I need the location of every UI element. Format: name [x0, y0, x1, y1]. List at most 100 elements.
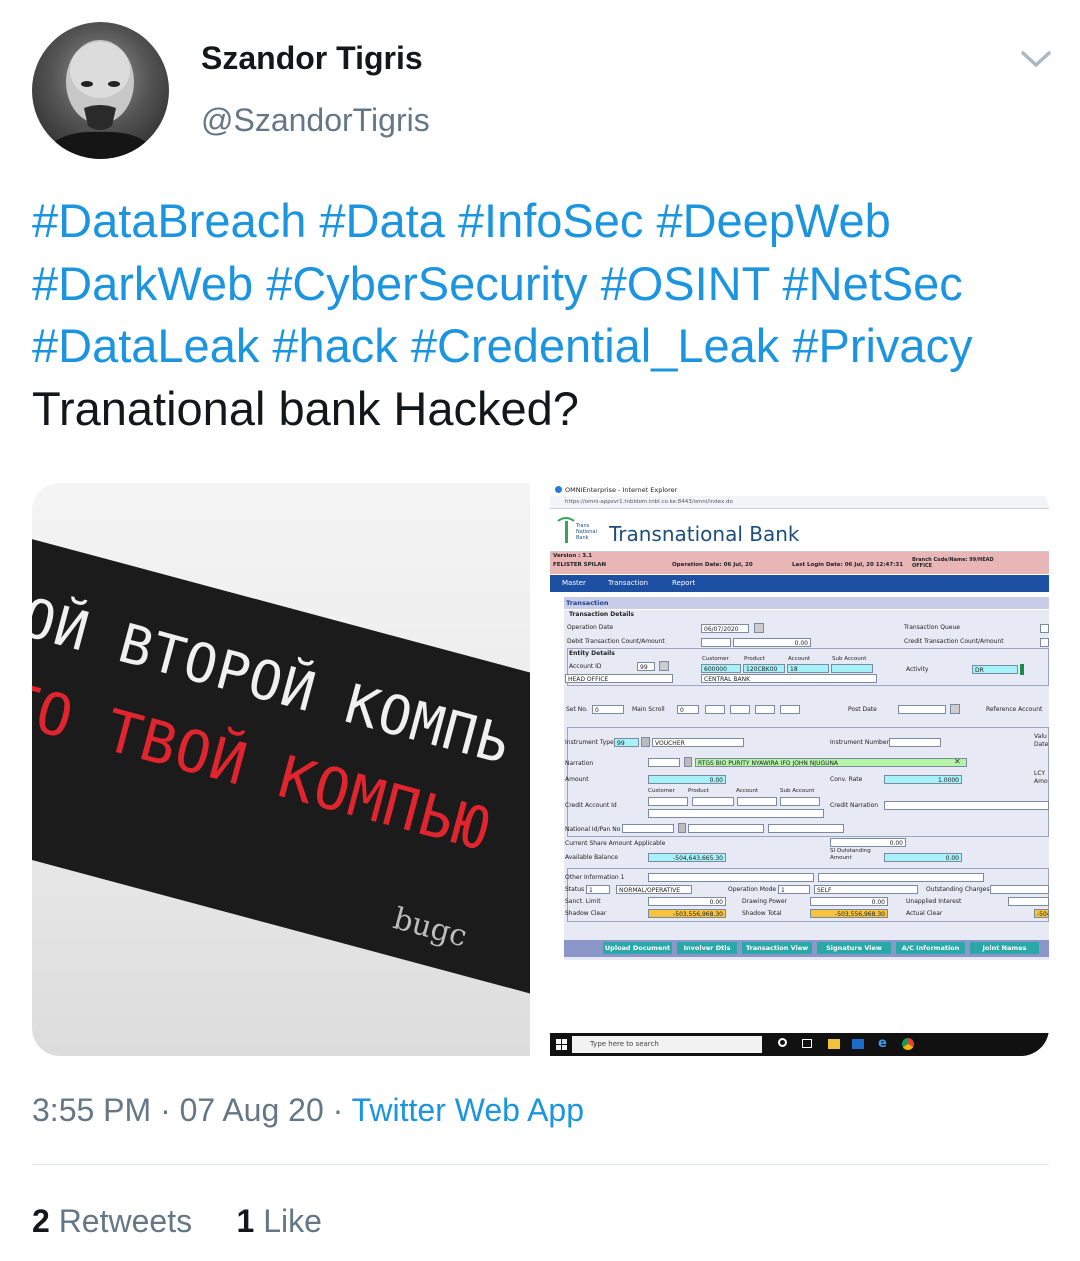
post-date-calendar[interactable] — [950, 704, 960, 714]
photo-bank-screenshot[interactable]: OMNIEnterprise - Internet Explorer https… — [550, 483, 1049, 1056]
branch-name-field[interactable]: HEAD OFFICE — [565, 674, 673, 683]
label-customer: Customer — [702, 656, 729, 662]
scroll-field-2[interactable] — [705, 705, 725, 714]
windows-start-icon[interactable] — [556, 1039, 567, 1050]
taskbar-search[interactable]: Type here to search — [572, 1036, 762, 1053]
hashtags-line-1[interactable]: #DataBreach #Data #InfoSec #DeepWeb — [32, 190, 1042, 253]
joint-names-button[interactable]: Joint Names — [970, 942, 1039, 954]
credit-sub-account-field[interactable] — [780, 797, 820, 806]
hashtags-line-2[interactable]: #DarkWeb #CyberSecurity #OSINT #NetSec — [32, 253, 1042, 316]
chevron-down-icon[interactable] — [1019, 44, 1053, 74]
likes-label: Like — [263, 1203, 322, 1239]
user-name[interactable]: Szandor Tigris — [201, 40, 423, 77]
instrument-type-field[interactable]: 99 — [614, 738, 639, 747]
file-explorer-icon[interactable] — [828, 1039, 840, 1049]
status-field[interactable]: NORMAL/OPERATIVE — [616, 885, 692, 894]
instrument-name-field[interactable]: VOUCHER — [652, 738, 744, 747]
task-view-icon[interactable] — [802, 1039, 812, 1048]
post-date-field[interactable] — [898, 705, 946, 714]
account-lookup-button[interactable] — [659, 661, 669, 671]
credit-account-field[interactable] — [737, 797, 777, 806]
operation-date-info: Operation Date: 06 Jul, 20 — [672, 562, 753, 568]
account-id-code[interactable]: 99 — [637, 662, 655, 671]
drawing-power-field[interactable]: 0.00 — [810, 897, 888, 906]
likes-stat[interactable]: 1 Like — [237, 1203, 322, 1239]
menu-report[interactable]: Report — [672, 579, 695, 587]
product-field[interactable]: 120CBK00 — [743, 664, 785, 673]
credit-narration-field[interactable] — [884, 801, 1049, 810]
operation-mode-field[interactable]: SELF — [814, 885, 918, 894]
scroll-field-4[interactable] — [755, 705, 775, 714]
chrome-icon[interactable] — [902, 1038, 914, 1050]
operation-mode-code-field[interactable]: 1 — [778, 885, 810, 894]
user-handle[interactable]: @SzandorTigris — [201, 102, 430, 139]
national-id-field-2[interactable] — [688, 824, 764, 833]
debit-count-field[interactable] — [701, 638, 731, 647]
photo-book[interactable]: МОЙ ВТОРОЙ КОМПЬ ЭТО ТВОЙ КОМПЬЮ behunt … — [32, 483, 530, 1056]
calendar-button[interactable] — [754, 623, 764, 633]
tweet-date[interactable]: 07 Aug 20 — [180, 1092, 324, 1128]
details-title: Transaction Details — [569, 611, 634, 618]
national-id-field-3[interactable] — [768, 824, 844, 833]
conv-rate-field[interactable]: 1.0000 — [884, 775, 962, 784]
tweet-time[interactable]: 3:55 PM — [32, 1092, 151, 1128]
retweets-stat[interactable]: 2 Retweets — [32, 1203, 192, 1239]
instrument-lookup[interactable] — [641, 737, 650, 747]
upload-document-button[interactable]: Upload Document — [603, 942, 672, 954]
signature-view-button[interactable]: Signature View — [817, 942, 891, 954]
other-info-field-2[interactable] — [818, 873, 984, 882]
credit-product-field[interactable] — [692, 797, 734, 806]
sanct-limit-field[interactable]: 0.00 — [648, 897, 726, 906]
scroll-field-5[interactable] — [780, 705, 800, 714]
amount-field[interactable]: 0.00 — [648, 775, 726, 784]
label-outstanding-charges: Outstanding Charges — [926, 886, 990, 893]
si-outstanding-field[interactable]: 0.00 — [884, 853, 962, 862]
sub-account-field[interactable] — [831, 664, 873, 673]
instrument-number-field[interactable] — [889, 738, 941, 747]
customer-field[interactable]: 600000 — [701, 664, 741, 673]
label-share-amount: Current Share Amount Applicable — [565, 840, 666, 847]
outstanding-charges-field[interactable] — [990, 885, 1049, 894]
shadow-clear-field[interactable]: -503,556,968.30 — [648, 909, 726, 918]
outlook-icon[interactable] — [852, 1039, 864, 1049]
status-code-field[interactable]: 1 — [586, 885, 610, 894]
set-no-field[interactable]: 0 — [592, 705, 624, 714]
narration-code-field[interactable] — [648, 758, 680, 767]
transaction-view-button[interactable]: Transaction View — [742, 942, 812, 954]
menu-master[interactable]: Master — [562, 579, 586, 587]
customer-name-field[interactable]: CENTRAL BANK — [701, 674, 877, 683]
other-info-field[interactable] — [648, 873, 814, 882]
label-product: Product — [744, 656, 765, 662]
activity-field[interactable]: DR — [972, 665, 1018, 674]
shadow-total-field[interactable]: -503,556,968.30 — [810, 909, 888, 918]
clear-narration-icon[interactable]: ✕ — [954, 757, 961, 766]
label-operation-mode: Operation Mode — [728, 886, 777, 893]
involver-details-button[interactable]: Involver Dtls — [677, 942, 737, 954]
debit-amount-field[interactable]: 0.00 — [733, 638, 811, 647]
actual-clear-field[interactable]: -504 — [1034, 909, 1049, 918]
credit-customer-field[interactable] — [648, 797, 688, 806]
narration-field[interactable]: RTGS BIO PURITY NYAWIRA IFO JOHN NJUGUNA — [695, 758, 967, 767]
menu-transaction[interactable]: Transaction — [608, 579, 648, 587]
op-date-field[interactable]: 06/07/2020 — [701, 624, 749, 633]
label-account: Account — [788, 656, 811, 662]
national-id-lookup[interactable] — [678, 823, 686, 833]
credit-count-field[interactable] — [1040, 638, 1049, 647]
queue-field[interactable] — [1040, 624, 1049, 633]
avatar[interactable] — [32, 22, 169, 159]
share-amount-field[interactable]: 0.00 — [830, 838, 906, 847]
ac-information-button[interactable]: A/C Information — [896, 942, 965, 954]
national-id-field[interactable] — [622, 824, 674, 833]
credit-account-name-field[interactable] — [648, 809, 824, 818]
narration-lookup[interactable] — [684, 757, 692, 767]
tweet-media[interactable]: МОЙ ВТОРОЙ КОМПЬ ЭТО ТВОЙ КОМПЬЮ behunt … — [32, 483, 1049, 1056]
unapplied-interest-field[interactable] — [1008, 897, 1049, 906]
tweet-source[interactable]: Twitter Web App — [352, 1092, 584, 1128]
available-balance-field[interactable]: -504,643,665.30 — [648, 853, 726, 862]
account-field[interactable]: 18 — [787, 664, 829, 673]
hashtags-line-3[interactable]: #DataLeak #hack #Credential_Leak #Privac… — [32, 315, 1042, 378]
main-scroll-field[interactable]: 0 — [677, 705, 699, 714]
cortana-icon[interactable] — [778, 1038, 787, 1047]
scroll-field-3[interactable] — [730, 705, 750, 714]
internet-explorer-icon[interactable]: e — [878, 1036, 887, 1051]
